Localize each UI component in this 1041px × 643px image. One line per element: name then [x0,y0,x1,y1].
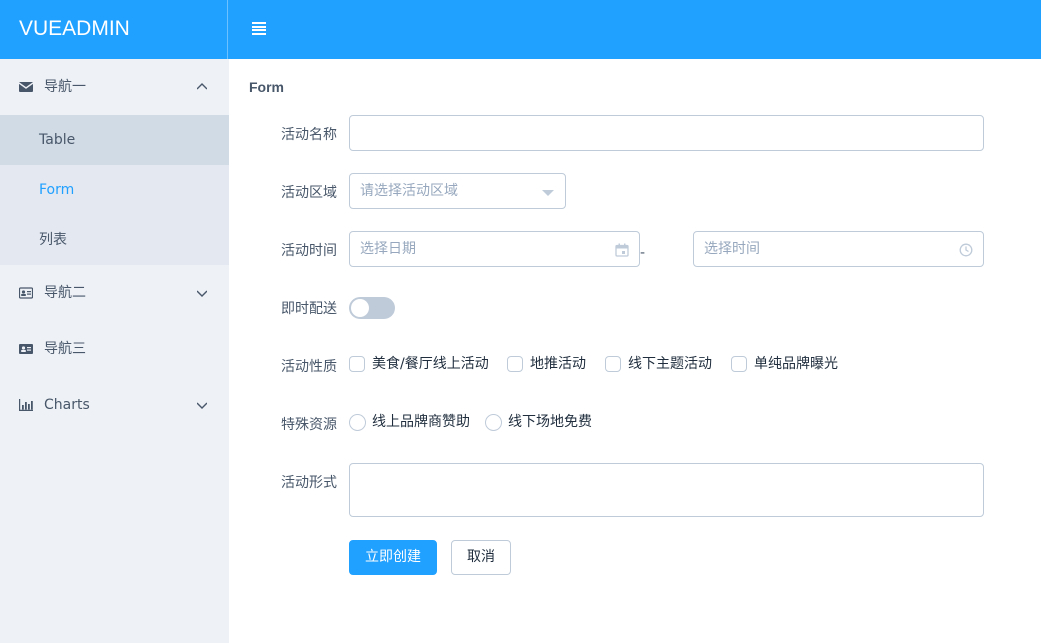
clock-icon [959,243,973,257]
checkbox-box [349,356,365,372]
id-card-icon [19,344,33,354]
checkbox-box [507,356,523,372]
checkbox-box [605,356,621,372]
sidebar-item-list[interactable]: 列表 [0,215,229,265]
radio-label: 线下场地免费 [508,414,592,430]
field-label-time: 活动时间 [281,243,337,259]
time-placeholder: 选择时间 [704,241,760,257]
sidebar: 导航一 Table Form 列表 导航二 导航三 Charts [0,59,229,643]
page-title: Form [249,79,284,95]
radio-label: 线上品牌商赞助 [372,414,470,430]
id-card-icon [19,287,33,299]
region-placeholder: 请选择活动区域 [360,183,458,199]
activity-name-input[interactable] [349,115,984,151]
main-content: Form 活动名称 活动区域 请选择活动区域 活动时间 选择日期 - 选择时间 … [229,59,1041,643]
sidebar-item-form[interactable]: Form [0,165,229,215]
switch-knob [351,299,369,317]
envelope-icon [19,82,33,92]
chevron-down-icon [197,402,207,409]
radio-circle [485,414,502,431]
date-picker[interactable]: 选择日期 [349,231,640,267]
hamburger-icon[interactable] [252,22,266,35]
field-label-type: 活动性质 [281,359,337,375]
sidebar-group-label: Charts [44,397,90,413]
checkbox-label: 美食/餐厅线上活动 [372,356,489,372]
field-label-delivery: 即时配送 [281,301,337,317]
cancel-button[interactable]: 取消 [451,540,511,575]
checkbox-label: 地推活动 [530,356,586,372]
field-label-desc: 活动形式 [281,475,337,491]
top-bar: VUEADMIN [0,0,1041,59]
bar-chart-icon [19,399,33,411]
field-label-region: 活动区域 [281,185,337,201]
sidebar-group-nav3[interactable]: 导航三 [0,321,229,377]
caret-down-icon [542,190,554,196]
instant-delivery-switch[interactable] [349,297,395,319]
checkbox-box [731,356,747,372]
sidebar-group-nav1[interactable]: 导航一 [0,59,229,115]
logo: VUEADMIN [0,0,228,59]
sidebar-group-label: 导航一 [44,79,86,95]
field-label-resource: 特殊资源 [281,417,337,433]
sidebar-group-charts[interactable]: Charts [0,377,229,433]
activity-form-textarea[interactable] [349,463,984,517]
checkbox-label: 线下主题活动 [628,356,712,372]
create-button[interactable]: 立即创建 [349,540,437,575]
sidebar-group-nav2[interactable]: 导航二 [0,265,229,321]
sidebar-item-table[interactable]: Table [0,115,229,165]
date-placeholder: 选择日期 [360,241,416,257]
sidebar-group-label: 导航三 [44,341,86,357]
sidebar-group-label: 导航二 [44,285,86,301]
chevron-up-icon [197,83,207,90]
time-picker[interactable]: 选择时间 [693,231,984,267]
field-label-name: 活动名称 [281,127,337,143]
range-separator: - [640,245,646,261]
region-select[interactable]: 请选择活动区域 [349,173,566,209]
chevron-down-icon [197,290,207,297]
calendar-icon [615,243,629,257]
checkbox-label: 单纯品牌曝光 [754,356,838,372]
radio-circle [349,414,366,431]
